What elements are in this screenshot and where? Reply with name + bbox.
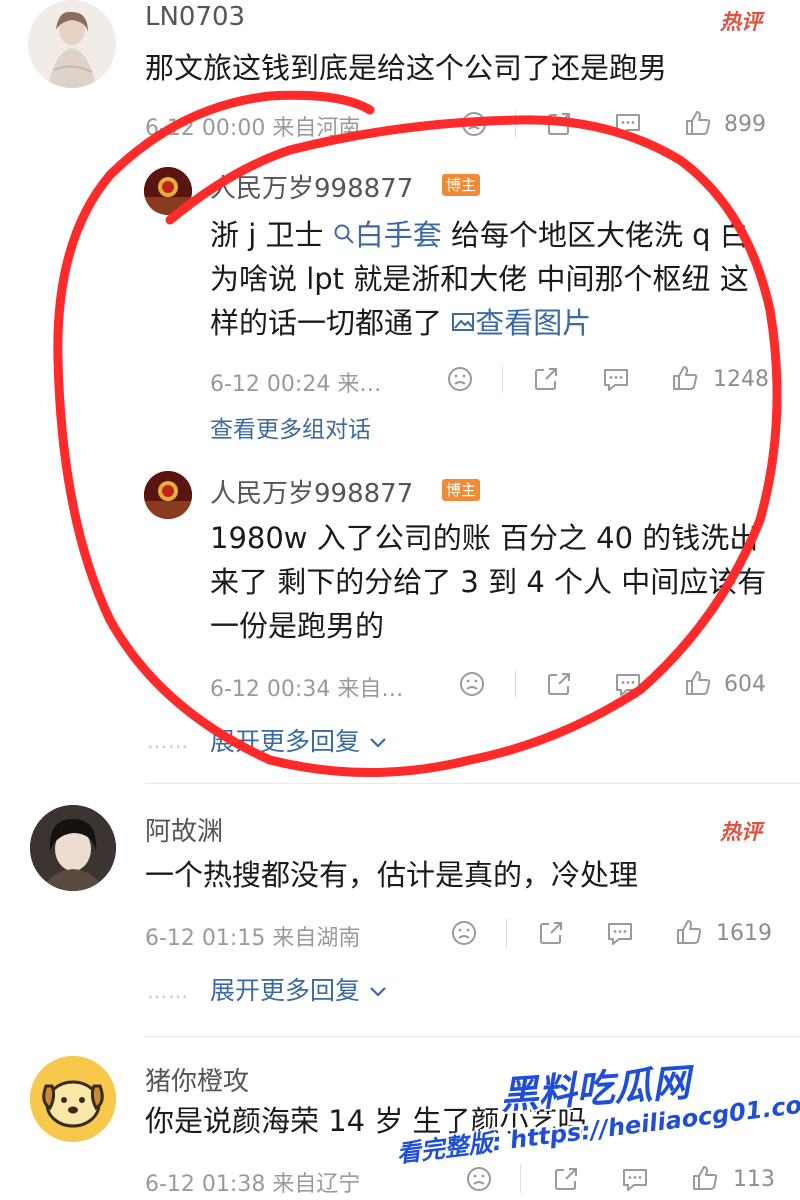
reply-username[interactable]: 人民万岁998877 xyxy=(210,168,413,205)
expand-dots: …… xyxy=(147,729,189,753)
comment-icon[interactable] xyxy=(613,670,643,702)
reply-username[interactable]: 人民万岁998877 xyxy=(210,473,413,510)
expand-replies-button[interactable]: 展开更多回复 xyxy=(210,971,388,1007)
separator xyxy=(502,365,503,393)
comment-text: 一个热搜都没有，估计是真的，冷处理 xyxy=(145,858,639,892)
like-count: 1619 xyxy=(716,921,772,946)
share-icon[interactable] xyxy=(537,919,565,951)
comment-text: 那文旅这钱到底是给这个公司了还是跑男 xyxy=(145,51,668,85)
comment-divider xyxy=(145,1036,800,1037)
dislike-icon[interactable] xyxy=(446,365,474,397)
reply-text-line: 来了 剩下的分给了 3 到 4 个人 中间应该有 xyxy=(210,565,767,599)
comment-meta: 6-12 00:00 来自河南 xyxy=(145,116,361,141)
view-more-conversation-link[interactable]: 查看更多组对话 xyxy=(210,410,371,444)
avatar[interactable] xyxy=(28,0,116,88)
emblem-icon xyxy=(144,471,192,519)
view-image-label: 查看图片 xyxy=(475,306,592,340)
like-count: 604 xyxy=(724,672,766,697)
separator xyxy=(515,670,516,698)
like-icon[interactable] xyxy=(670,363,700,397)
comment-icon[interactable] xyxy=(605,919,635,951)
separator xyxy=(506,919,507,947)
share-icon[interactable] xyxy=(532,365,560,397)
image-icon xyxy=(452,313,475,331)
search-link-label: 白手套 xyxy=(354,218,442,252)
search-icon xyxy=(334,224,354,244)
like-icon[interactable] xyxy=(690,1163,720,1197)
expand-replies-label: 展开更多回复 xyxy=(210,727,361,756)
comment-username[interactable]: 猪你橙攻 xyxy=(145,1061,249,1098)
dislike-icon[interactable] xyxy=(460,110,488,142)
reply-text-line: 一份是跑男的 xyxy=(210,609,385,643)
like-icon[interactable] xyxy=(674,917,704,951)
reply-text-part: 样的话一切都通了 xyxy=(210,306,443,340)
expand-replies-button[interactable]: 展开更多回复 xyxy=(210,722,388,758)
dislike-icon[interactable] xyxy=(458,670,486,702)
blogger-badge: 博主 xyxy=(442,174,481,196)
like-icon[interactable] xyxy=(683,108,713,142)
hot-comment-badge: 热评 xyxy=(720,10,762,34)
comment-meta: 6-12 01:38 来自辽宁 xyxy=(145,1172,361,1197)
like-count: 1248 xyxy=(713,367,769,392)
emblem-icon xyxy=(144,167,192,215)
hot-comment-badge: 热评 xyxy=(720,820,762,844)
comment-icon[interactable] xyxy=(601,365,631,397)
avatar[interactable] xyxy=(144,167,192,215)
avatar-illustration xyxy=(28,0,116,88)
view-image-link[interactable]: 查看图片 xyxy=(451,306,591,340)
like-icon[interactable] xyxy=(683,668,713,702)
reply-text-part: 浙 j 卫士 xyxy=(210,218,324,252)
avatar[interactable] xyxy=(30,1056,116,1142)
comment-username[interactable]: LN0703 xyxy=(145,2,245,32)
reply-text-line: 样的话一切都通了 查看图片 xyxy=(210,301,591,345)
separator xyxy=(515,110,516,138)
comment-divider xyxy=(145,783,800,784)
search-link[interactable]: 白手套 xyxy=(333,218,442,252)
comment-icon[interactable] xyxy=(613,110,643,142)
share-icon[interactable] xyxy=(545,110,573,142)
separator xyxy=(520,1165,521,1193)
comment-icon[interactable] xyxy=(620,1165,650,1197)
avatar[interactable] xyxy=(30,805,116,891)
dislike-icon[interactable] xyxy=(465,1165,493,1197)
reply-meta: 6-12 00:24 来… xyxy=(210,372,382,397)
like-count: 899 xyxy=(724,112,766,137)
dog-cartoon-icon xyxy=(30,1056,116,1142)
blogger-badge: 博主 xyxy=(442,479,481,501)
avatar[interactable] xyxy=(144,471,192,519)
reply-meta: 6-12 00:34 来自… xyxy=(210,677,404,702)
reply-text-line: 为啥说 lpt 就是浙和大佬 中间那个枢纽 这 xyxy=(210,262,749,296)
comment-username[interactable]: 阿故渊 xyxy=(145,811,223,848)
chevron-down-icon xyxy=(370,987,386,997)
dislike-icon[interactable] xyxy=(450,919,478,951)
like-count: 113 xyxy=(733,1167,775,1192)
share-icon[interactable] xyxy=(545,670,573,702)
reply-text-line: 1980w 入了公司的账 百分之 40 的钱洗出 xyxy=(210,521,759,555)
expand-dots: …… xyxy=(147,979,189,1003)
chevron-down-icon xyxy=(370,738,386,748)
avatar-photo xyxy=(30,805,116,891)
comment-meta: 6-12 01:15 来自湖南 xyxy=(145,926,361,951)
share-icon[interactable] xyxy=(552,1165,580,1197)
reply-text-part: 给每个地区大佬洗 q 白 xyxy=(450,218,749,252)
reply-text: 浙 j 卫士 白手套 给每个地区大佬洗 q 白 xyxy=(210,213,749,257)
expand-replies-label: 展开更多回复 xyxy=(210,976,361,1005)
